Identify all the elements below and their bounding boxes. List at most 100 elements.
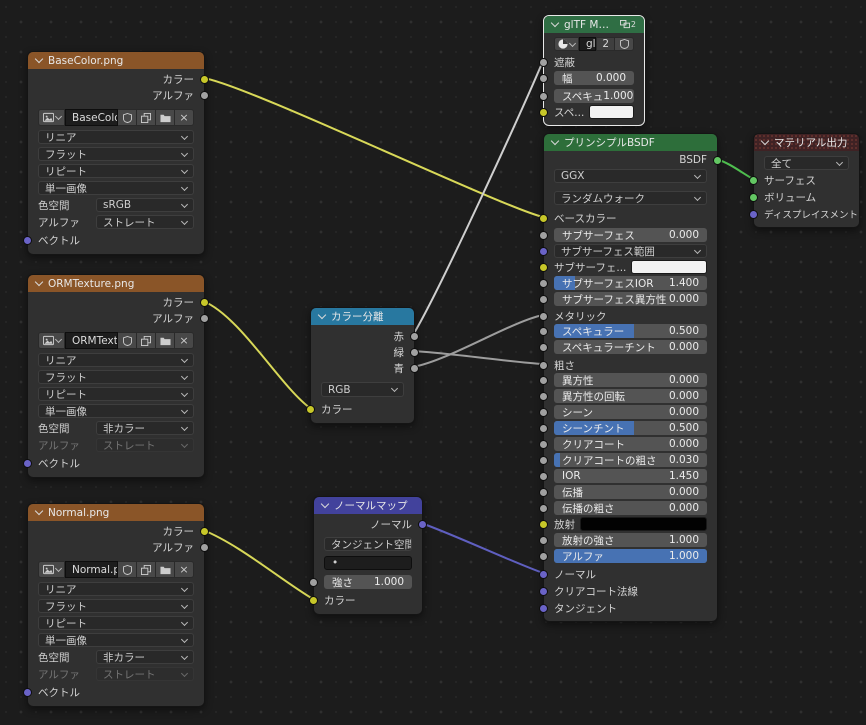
image-browse-button[interactable]	[38, 109, 65, 126]
sheen-tint-slider[interactable]: シーンチント 0.500	[554, 421, 707, 435]
alpha-mode-dropdown[interactable]: ストレート	[96, 215, 194, 229]
specular-color-swatch[interactable]	[589, 105, 634, 119]
clearcoat-input-socket[interactable]	[539, 439, 548, 449]
anisotropic-rotation-slider[interactable]: 異方性の回転 0.000	[554, 389, 707, 403]
volume-input-socket[interactable]	[749, 192, 758, 202]
image-browse-button[interactable]	[38, 561, 65, 578]
unlink-button[interactable]: ×	[175, 109, 194, 126]
width-input-socket[interactable]	[539, 73, 548, 83]
node-header[interactable]: glTF Material Out... 2	[544, 16, 644, 33]
colorspace-dropdown[interactable]: sRGB	[96, 198, 194, 212]
alpha-output-socket[interactable]	[200, 542, 209, 552]
sheen-input-socket[interactable]	[539, 407, 548, 417]
projection-dropdown[interactable]: フラット	[38, 147, 194, 161]
material-name-field[interactable]: glT...	[579, 37, 597, 51]
normal-input-socket[interactable]	[539, 569, 548, 579]
surface-input-socket[interactable]	[749, 175, 758, 185]
subsurface-radius-dropdown[interactable]: サブサーフェス範囲	[554, 244, 707, 258]
node-header[interactable]: ノーマルマップ	[314, 497, 422, 514]
users-count-badge[interactable]: 2	[596, 37, 615, 51]
colorspace-dropdown[interactable]: 非カラー	[96, 650, 194, 664]
displacement-input-socket[interactable]	[749, 209, 758, 219]
source-dropdown[interactable]: 単一画像	[38, 181, 194, 195]
specular-input-socket[interactable]	[539, 91, 548, 101]
green-output-socket[interactable]	[410, 347, 419, 357]
alpha-mode-dropdown[interactable]: ストレート	[96, 438, 194, 452]
projection-dropdown[interactable]: フラット	[38, 599, 194, 613]
clearcoat-roughness-slider[interactable]: クリアコートの粗さ 0.030	[554, 453, 707, 467]
ior-input-socket[interactable]	[539, 471, 548, 481]
occlusion-input-socket[interactable]	[539, 57, 548, 67]
duplicate-button[interactable]	[137, 332, 156, 349]
bsdf-output-socket[interactable]	[713, 155, 722, 165]
subsurface-color-input-socket[interactable]	[539, 262, 548, 272]
collapse-chevron-icon[interactable]	[317, 310, 327, 320]
fake-user-button[interactable]	[118, 561, 137, 578]
color-output-socket[interactable]	[200, 297, 209, 307]
alpha-slider[interactable]: アルファ 1.000	[554, 549, 707, 563]
unlink-button[interactable]: ×	[175, 332, 194, 349]
color-output-socket[interactable]	[200, 74, 209, 84]
subsurface-anisotropy-slider[interactable]: サブサーフェス異方性 0.000	[554, 292, 707, 306]
sss-method-dropdown[interactable]: ランダムウォーク	[554, 191, 707, 205]
source-dropdown[interactable]: 単一画像	[38, 633, 194, 647]
subsurface-color-swatch[interactable]	[631, 260, 707, 274]
color-input-socket[interactable]	[306, 404, 315, 414]
vector-input-socket[interactable]	[23, 235, 32, 245]
clearcoat-normal-input-socket[interactable]	[539, 586, 548, 596]
node-header[interactable]: プリンシプルBSDF	[544, 134, 717, 151]
color-output-socket[interactable]	[200, 526, 209, 536]
colorspace-dropdown[interactable]: 非カラー	[96, 421, 194, 435]
anisotropic-input-socket[interactable]	[539, 375, 548, 385]
clearcoat-roughness-input-socket[interactable]	[539, 455, 548, 465]
specular-input-socket[interactable]	[539, 326, 548, 336]
emission-input-socket[interactable]	[539, 519, 548, 529]
base-color-input-socket[interactable]	[539, 213, 548, 223]
emission-color-swatch[interactable]	[580, 517, 707, 531]
target-dropdown[interactable]: 全て	[764, 156, 849, 170]
transmission-roughness-input-socket[interactable]	[539, 503, 548, 513]
specular-tint-slider[interactable]: スペキュラーチント 0.000	[554, 340, 707, 354]
interpolation-dropdown[interactable]: リニア	[38, 353, 194, 367]
interpolation-dropdown[interactable]: リニア	[38, 582, 194, 596]
normal-output-socket[interactable]	[418, 519, 427, 529]
specular-slider[interactable]: スペキュ 1.000	[554, 89, 634, 103]
subsurface-input-socket[interactable]	[539, 230, 548, 240]
specular-tint-input-socket[interactable]	[539, 342, 548, 352]
uv-map-field[interactable]: •	[324, 556, 412, 570]
metallic-input-socket[interactable]	[539, 311, 548, 321]
interpolation-dropdown[interactable]: リニア	[38, 130, 194, 144]
fake-user-button[interactable]	[118, 109, 137, 126]
collapse-chevron-icon[interactable]	[550, 18, 560, 28]
collapse-chevron-icon[interactable]	[320, 499, 330, 509]
clearcoat-slider[interactable]: クリアコート 0.000	[554, 437, 707, 451]
emission-strength-input-socket[interactable]	[539, 535, 548, 545]
collapse-chevron-icon[interactable]	[34, 506, 44, 516]
strength-slider[interactable]: 強さ 1.000	[324, 575, 412, 589]
strength-input-socket[interactable]	[309, 577, 318, 587]
open-image-button[interactable]	[156, 561, 175, 578]
distribution-dropdown[interactable]: GGX	[554, 169, 707, 183]
source-dropdown[interactable]: 単一画像	[38, 404, 194, 418]
extension-dropdown[interactable]: リピート	[38, 387, 194, 401]
subsurface-ior-input-socket[interactable]	[539, 278, 548, 288]
projection-dropdown[interactable]: フラット	[38, 370, 194, 384]
subsurface-ior-slider[interactable]: サブサーフェスIOR 1.400	[554, 276, 707, 290]
transmission-slider[interactable]: 伝播 0.000	[554, 485, 707, 499]
specular-slider[interactable]: スペキュラー 0.500	[554, 324, 707, 338]
fake-user-button[interactable]	[118, 332, 137, 349]
image-browse-button[interactable]	[38, 332, 65, 349]
color-input-socket[interactable]	[309, 595, 318, 605]
node-header[interactable]: マテリアル出力	[754, 134, 859, 151]
vector-input-socket[interactable]	[23, 458, 32, 468]
duplicate-button[interactable]	[137, 561, 156, 578]
space-dropdown[interactable]: タンジェント空間	[324, 537, 412, 551]
collapse-chevron-icon[interactable]	[550, 136, 560, 146]
image-name-field[interactable]: ORMTexture.png	[65, 332, 118, 349]
node-header[interactable]: カラー分離	[311, 308, 414, 325]
width-slider[interactable]: 幅 0.000	[554, 71, 634, 85]
red-output-socket[interactable]	[410, 331, 419, 341]
ior-slider[interactable]: IOR 1.450	[554, 469, 707, 483]
subsurface-anisotropy-input-socket[interactable]	[539, 294, 548, 304]
anisotropic-rotation-input-socket[interactable]	[539, 391, 548, 401]
